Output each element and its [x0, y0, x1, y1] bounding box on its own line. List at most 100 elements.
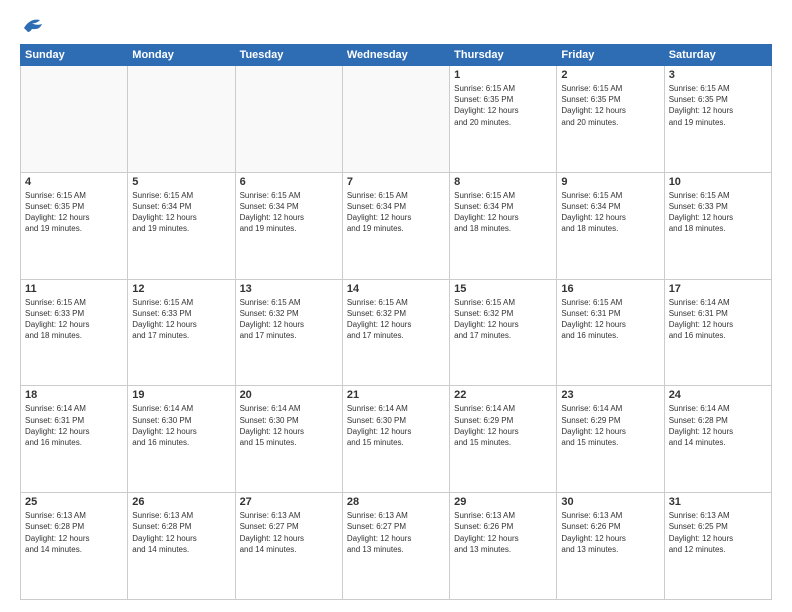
calendar-cell: 16Sunrise: 6:15 AMSunset: 6:31 PMDayligh… [557, 279, 664, 386]
calendar-cell: 17 Sunrise: 6:14 AMSunset: 6:31 PMDayligh… [664, 279, 771, 386]
day-info: Sunrise: 6:15 AMSunset: 6:34 PMDaylight:… [132, 190, 230, 235]
day-number: 7 [347, 176, 445, 188]
day-number: 19 [132, 389, 230, 401]
calendar-cell: 21 Sunrise: 6:14 AMSunset: 6:30 PMDayligh… [342, 386, 449, 493]
week-row-1: 1 Sunrise: 6:15 AMSunset: 6:35 PMDaylight… [21, 66, 772, 173]
day-info: Sunrise: 6:15 AMSunset: 6:35 PMDaylight:… [669, 83, 767, 128]
day-number: 2 [561, 69, 659, 81]
day-number: 6 [240, 176, 338, 188]
day-info: Sunrise: 6:15 AMSunset: 6:35 PMDaylight:… [561, 83, 659, 128]
day-headers-row: SundayMondayTuesdayWednesdayThursdayFrid… [21, 45, 772, 66]
day-info: Sunrise: 6:13 AMSunset: 6:27 PMDaylight:… [347, 510, 445, 555]
day-number: 8 [454, 176, 552, 188]
day-header-tuesday: Tuesday [235, 45, 342, 66]
calendar-cell [21, 66, 128, 173]
calendar-cell [128, 66, 235, 173]
day-header-wednesday: Wednesday [342, 45, 449, 66]
day-number: 23 [561, 389, 659, 401]
calendar-cell: 6 Sunrise: 6:15 AMSunset: 6:34 PMDaylight… [235, 172, 342, 279]
day-number: 1 [454, 69, 552, 81]
day-number: 20 [240, 389, 338, 401]
day-number: 28 [347, 496, 445, 508]
calendar-cell: 23 Sunrise: 6:14 AMSunset: 6:29 PMDayligh… [557, 386, 664, 493]
day-info: Sunrise: 6:13 AMSunset: 6:28 PMDaylight:… [132, 510, 230, 555]
day-number: 15 [454, 283, 552, 295]
calendar-cell: 12 Sunrise: 6:15 AMSunset: 6:33 PMDayligh… [128, 279, 235, 386]
day-info: Sunrise: 6:15 AMSunset: 6:33 PMDaylight:… [132, 297, 230, 342]
day-header-friday: Friday [557, 45, 664, 66]
day-info: Sunrise: 6:13 AMSunset: 6:27 PMDaylight:… [240, 510, 338, 555]
day-number: 30 [561, 496, 659, 508]
logo-bird-icon [22, 16, 44, 34]
day-info: Sunrise: 6:15 AMSunset: 6:35 PMDaylight:… [25, 190, 123, 235]
day-info: Sunrise: 6:13 AMSunset: 6:26 PMDaylight:… [561, 510, 659, 555]
logo [20, 16, 44, 34]
day-info: Sunrise: 6:15 AMSunset: 6:34 PMDaylight:… [454, 190, 552, 235]
calendar-cell: 7 Sunrise: 6:15 AMSunset: 6:34 PMDaylight… [342, 172, 449, 279]
calendar-cell: 29 Sunrise: 6:13 AMSunset: 6:26 PMDayligh… [450, 493, 557, 600]
day-info: Sunrise: 6:15 AMSunset: 6:32 PMDaylight:… [454, 297, 552, 342]
calendar-cell: 4Sunrise: 6:15 AMSunset: 6:35 PMDaylight… [21, 172, 128, 279]
week-row-3: 11 Sunrise: 6:15 AMSunset: 6:33 PMDayligh… [21, 279, 772, 386]
day-number: 5 [132, 176, 230, 188]
calendar-cell: 2 Sunrise: 6:15 AMSunset: 6:35 PMDaylight… [557, 66, 664, 173]
day-info: Sunrise: 6:15 AMSunset: 6:35 PMDaylight:… [454, 83, 552, 128]
calendar-cell: 14 Sunrise: 6:15 AMSunset: 6:32 PMDayligh… [342, 279, 449, 386]
day-info: Sunrise: 6:15 AMSunset: 6:34 PMDaylight:… [240, 190, 338, 235]
day-info: Sunrise: 6:13 AMSunset: 6:26 PMDaylight:… [454, 510, 552, 555]
calendar-cell: 18 Sunrise: 6:14 AMSunset: 6:31 PMDayligh… [21, 386, 128, 493]
day-number: 14 [347, 283, 445, 295]
day-info: Sunrise: 6:14 AMSunset: 6:30 PMDaylight:… [132, 403, 230, 448]
day-number: 29 [454, 496, 552, 508]
day-header-saturday: Saturday [664, 45, 771, 66]
calendar-cell: 30 Sunrise: 6:13 AMSunset: 6:26 PMDayligh… [557, 493, 664, 600]
day-info: Sunrise: 6:15 AMSunset: 6:33 PMDaylight:… [25, 297, 123, 342]
day-number: 21 [347, 389, 445, 401]
calendar-table: SundayMondayTuesdayWednesdayThursdayFrid… [20, 44, 772, 600]
calendar-cell: 19 Sunrise: 6:14 AMSunset: 6:30 PMDayligh… [128, 386, 235, 493]
calendar-cell: 15 Sunrise: 6:15 AMSunset: 6:32 PMDayligh… [450, 279, 557, 386]
day-info: Sunrise: 6:14 AMSunset: 6:29 PMDaylight:… [561, 403, 659, 448]
day-info: Sunrise: 6:14 AMSunset: 6:31 PMDaylight:… [669, 297, 767, 342]
header [20, 16, 772, 34]
calendar-cell: 5 Sunrise: 6:15 AMSunset: 6:34 PMDaylight… [128, 172, 235, 279]
day-number: 17 [669, 283, 767, 295]
day-info: Sunrise: 6:13 AMSunset: 6:25 PMDaylight:… [669, 510, 767, 555]
day-header-monday: Monday [128, 45, 235, 66]
day-number: 3 [669, 69, 767, 81]
day-info: Sunrise: 6:14 AMSunset: 6:30 PMDaylight:… [347, 403, 445, 448]
calendar-cell: 11 Sunrise: 6:15 AMSunset: 6:33 PMDayligh… [21, 279, 128, 386]
day-info: Sunrise: 6:15 AMSunset: 6:32 PMDaylight:… [240, 297, 338, 342]
day-number: 24 [669, 389, 767, 401]
calendar-cell [235, 66, 342, 173]
day-info: Sunrise: 6:15 AMSunset: 6:34 PMDaylight:… [347, 190, 445, 235]
day-number: 11 [25, 283, 123, 295]
calendar-cell: 25Sunrise: 6:13 AMSunset: 6:28 PMDayligh… [21, 493, 128, 600]
calendar-cell: 20Sunrise: 6:14 AMSunset: 6:30 PMDayligh… [235, 386, 342, 493]
calendar-cell: 10Sunrise: 6:15 AMSunset: 6:33 PMDayligh… [664, 172, 771, 279]
day-number: 18 [25, 389, 123, 401]
day-number: 12 [132, 283, 230, 295]
day-header-sunday: Sunday [21, 45, 128, 66]
week-row-4: 18 Sunrise: 6:14 AMSunset: 6:31 PMDayligh… [21, 386, 772, 493]
day-number: 26 [132, 496, 230, 508]
day-info: Sunrise: 6:15 AMSunset: 6:34 PMDaylight:… [561, 190, 659, 235]
calendar-cell: 31Sunrise: 6:13 AMSunset: 6:25 PMDayligh… [664, 493, 771, 600]
calendar-cell: 13 Sunrise: 6:15 AMSunset: 6:32 PMDayligh… [235, 279, 342, 386]
week-row-2: 4Sunrise: 6:15 AMSunset: 6:35 PMDaylight… [21, 172, 772, 279]
day-info: Sunrise: 6:14 AMSunset: 6:29 PMDaylight:… [454, 403, 552, 448]
day-info: Sunrise: 6:13 AMSunset: 6:28 PMDaylight:… [25, 510, 123, 555]
day-number: 27 [240, 496, 338, 508]
day-number: 16 [561, 283, 659, 295]
calendar-cell: 28 Sunrise: 6:13 AMSunset: 6:27 PMDayligh… [342, 493, 449, 600]
day-info: Sunrise: 6:14 AMSunset: 6:31 PMDaylight:… [25, 403, 123, 448]
day-info: Sunrise: 6:15 AMSunset: 6:32 PMDaylight:… [347, 297, 445, 342]
calendar-cell: 9 Sunrise: 6:15 AMSunset: 6:34 PMDaylight… [557, 172, 664, 279]
calendar-cell: 3 Sunrise: 6:15 AMSunset: 6:35 PMDaylight… [664, 66, 771, 173]
calendar-cell: 1 Sunrise: 6:15 AMSunset: 6:35 PMDaylight… [450, 66, 557, 173]
day-number: 13 [240, 283, 338, 295]
day-number: 9 [561, 176, 659, 188]
day-info: Sunrise: 6:14 AMSunset: 6:28 PMDaylight:… [669, 403, 767, 448]
day-header-thursday: Thursday [450, 45, 557, 66]
calendar-cell [342, 66, 449, 173]
